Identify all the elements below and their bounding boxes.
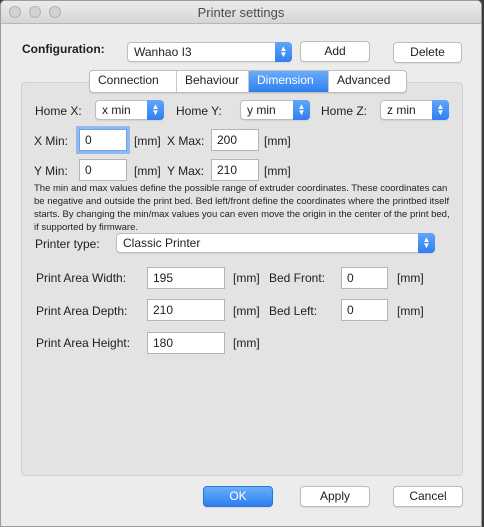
chevron-updown-icon: ▲ ▼	[147, 100, 164, 120]
x-min-unit: [mm]	[134, 134, 161, 148]
x-min-label: X Min:	[34, 134, 69, 148]
print-area-height-label: Print Area Height:	[36, 336, 131, 350]
bed-front-input[interactable]: 0	[341, 267, 388, 289]
tab-connection[interactable]: Connection	[90, 71, 177, 92]
x-max-input[interactable]: 200	[211, 129, 259, 151]
home-y-select[interactable]: y min ▲ ▼	[240, 100, 310, 120]
print-area-height-unit: [mm]	[233, 336, 260, 350]
tab-advanced[interactable]: Advanced	[329, 71, 406, 92]
chevron-updown-icon: ▲ ▼	[275, 42, 292, 62]
bed-left-input[interactable]: 0	[341, 299, 388, 321]
tab-dimension[interactable]: Dimension	[249, 71, 329, 92]
y-min-unit: [mm]	[134, 164, 161, 178]
printer-type-label: Printer type:	[35, 237, 100, 251]
printer-settings-window: Printer settings Configuration: Wanhao I…	[0, 0, 482, 527]
home-y-label: Home Y:	[176, 104, 222, 118]
print-area-width-input[interactable]: 195	[147, 267, 225, 289]
y-max-input[interactable]: 210	[211, 159, 259, 181]
home-y-value: y min	[247, 103, 276, 117]
configuration-label: Configuration:	[22, 42, 105, 56]
ok-button[interactable]: OK	[203, 486, 273, 507]
configuration-value: Wanhao I3	[134, 45, 192, 59]
print-area-depth-input[interactable]: 210	[147, 299, 225, 321]
y-max-unit: [mm]	[264, 164, 291, 178]
cancel-button[interactable]: Cancel	[393, 486, 463, 507]
x-max-label: X Max:	[167, 134, 205, 148]
tab-behaviour[interactable]: Behaviour	[177, 71, 249, 92]
chevron-updown-icon: ▲ ▼	[432, 100, 449, 120]
printer-type-value: Classic Printer	[123, 236, 201, 250]
printer-type-select[interactable]: Classic Printer ▲ ▼	[116, 233, 435, 253]
apply-button[interactable]: Apply	[300, 486, 370, 507]
configuration-select[interactable]: Wanhao I3 ▲ ▼	[127, 42, 292, 62]
home-x-label: Home X:	[35, 104, 82, 118]
bed-front-label: Bed Front:	[269, 271, 326, 285]
delete-configuration-button[interactable]: Delete	[393, 42, 462, 63]
bed-left-unit: [mm]	[397, 304, 424, 318]
bed-left-label: Bed Left:	[269, 304, 318, 318]
y-min-label: Y Min:	[34, 164, 68, 178]
y-max-label: Y Max:	[167, 164, 205, 178]
home-z-value: z min	[387, 103, 416, 117]
window-title: Printer settings	[197, 5, 285, 20]
print-area-width-label: Print Area Width:	[36, 271, 127, 285]
home-x-select[interactable]: x min ▲ ▼	[95, 100, 164, 120]
coordinates-help-text: The min and max values define the possib…	[34, 183, 450, 233]
home-x-value: x min	[102, 103, 131, 117]
title-bar: Printer settings	[1, 1, 481, 24]
print-area-width-unit: [mm]	[233, 271, 260, 285]
x-max-unit: [mm]	[264, 134, 291, 148]
add-configuration-button[interactable]: Add	[300, 41, 370, 62]
print-area-depth-unit: [mm]	[233, 304, 260, 318]
bed-front-unit: [mm]	[397, 271, 424, 285]
x-min-input[interactable]: 0	[79, 129, 127, 151]
home-z-label: Home Z:	[321, 104, 368, 118]
chevron-updown-icon: ▲ ▼	[293, 100, 310, 120]
print-area-depth-label: Print Area Depth:	[36, 304, 128, 318]
chevron-updown-icon: ▲ ▼	[418, 233, 435, 253]
y-min-input[interactable]: 0	[79, 159, 127, 181]
print-area-height-input[interactable]: 180	[147, 332, 225, 354]
home-z-select[interactable]: z min ▲ ▼	[380, 100, 449, 120]
settings-tabs: Connection Behaviour Dimension Advanced	[89, 70, 407, 93]
